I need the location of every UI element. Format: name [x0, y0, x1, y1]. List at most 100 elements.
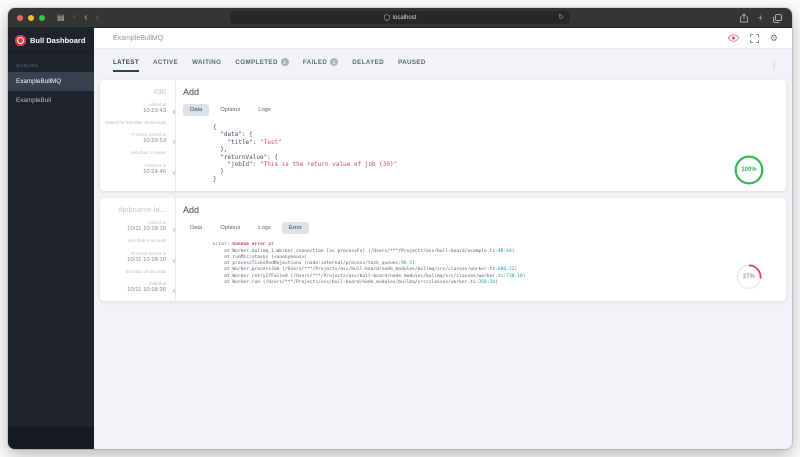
job-tab-options[interactable]: Options — [213, 104, 247, 116]
queues-section-label: QUEUES — [16, 63, 39, 68]
share-icon[interactable] — [739, 13, 748, 23]
code-segment: ) — [412, 261, 415, 267]
code-segment: "returnValue": { — [213, 153, 279, 161]
error-stacktrace: Error: Random error 27 at Worker.bullmq_… — [183, 242, 776, 286]
timeline-timestamp: 10:23:53 — [143, 138, 166, 145]
code-line: "data": { — [213, 131, 776, 138]
job-tab-data[interactable]: Data — [183, 222, 209, 234]
timeline-label: Failed at — [149, 281, 166, 287]
browser-chrome: ▤ ∨ ‹ › localhost ↻ + — [8, 8, 792, 28]
timeline-timestamp: 10:24:46 — [143, 168, 166, 175]
tab-completed[interactable]: COMPLETED 1 — [235, 58, 289, 72]
tab-label: FAILED — [302, 58, 328, 66]
code-segment: Error: — [213, 242, 233, 248]
app-logo[interactable]: Bull Dashboard — [8, 28, 94, 53]
timeline-label: Added at — [148, 102, 166, 107]
job-timeline: #30 Added at 10:23:43 Waited for less than … — [100, 80, 176, 192]
sidebar-item-examplebullmq[interactable]: ExampleBullMQ — [8, 72, 94, 91]
tab-label: PAUSED — [398, 58, 426, 66]
tab-waiting[interactable]: WAITING — [192, 59, 221, 72]
sidebar-toggle-icon[interactable]: ▤ — [57, 13, 65, 22]
status-tabbar: LATEST ACTIVE WAITING COMPLETED 1 FAILED 1 DELA… — [94, 49, 792, 72]
settings-gear-icon[interactable]: ⚙ — [770, 33, 778, 43]
more-options-icon[interactable]: ⋮ — [770, 61, 778, 70]
timeline-timestamp: 10/11 10:18:10 — [127, 226, 166, 233]
tab-active[interactable]: ACTIVE — [153, 59, 178, 72]
code-line: at Worker.run (/Users/***/Projects/oss/b… — [213, 280, 776, 286]
code-segment: at Worker.run (/Users/***/Projects/oss/b… — [213, 280, 479, 286]
job-tab-logs[interactable]: Logs — [251, 222, 278, 234]
url-bar[interactable]: localhost ↻ — [230, 11, 570, 24]
job-tab-error[interactable]: Error — [281, 222, 309, 235]
code-segment: 96:5 — [401, 261, 413, 267]
header-actions: ⚙ — [727, 33, 792, 43]
tab-delayed[interactable]: DELAYED — [352, 59, 384, 72]
code-line: } — [213, 176, 776, 183]
progress-percent: 27% — [742, 274, 755, 281]
code-segment: } — [213, 175, 217, 183]
bull-dashboard-app: Bull Dashboard QUEUES ExampleBullMQ Examp… — [8, 28, 792, 449]
code-line: } — [213, 168, 776, 175]
code-segment: }, — [213, 146, 228, 154]
job-tab-logs[interactable]: Logs — [251, 104, 278, 116]
code-segment: 600:22 — [497, 267, 515, 273]
sidebar: Bull Dashboard QUEUES ExampleBullMQ Examp… — [8, 28, 94, 449]
queue-list: ExampleBullMQ ExampleBull — [8, 72, 94, 110]
timeline-entry: Finished at 10:24:46 — [104, 162, 175, 176]
tab-paused[interactable]: PAUSED — [398, 59, 426, 72]
job-id: #30 — [153, 87, 166, 96]
job-content: Add Data Options Logs { "data": { "title": "… — [176, 80, 786, 191]
queue-header: ExampleBullMQ ⚙ — [94, 28, 792, 49]
code-segment: "data": { — [213, 131, 253, 139]
timeline-duration: Waited for less than 10 seconds — [105, 120, 166, 125]
code-segment: at runMicrotasks (<anonymous>) — [213, 254, 308, 260]
timeline-duration: less than 1 minute — [131, 150, 166, 156]
job-tab-options[interactable]: Options — [213, 222, 247, 234]
timeline-entry: Added at 10:23:43 — [104, 102, 175, 115]
back-button[interactable]: ‹ — [84, 12, 87, 23]
progress-ring: 100% — [734, 155, 764, 185]
job-content: Add Data Options Logs Error Error: Random err… — [176, 198, 786, 301]
timeline-label: Process started at — [131, 132, 166, 138]
fullscreen-icon[interactable] — [750, 33, 759, 43]
tab-latest[interactable]: LATEST — [113, 59, 140, 72]
code-segment: { — [213, 124, 217, 131]
code-segment: ) — [511, 248, 515, 254]
code-segment: at Worker.processJob (/Users/***/Project… — [213, 267, 498, 273]
app-logo-text: Bull Dashboard — [30, 36, 86, 45]
code-segment: ) — [495, 280, 498, 286]
code-segment: "Test" — [259, 138, 282, 146]
tab-failed[interactable]: FAILED 1 — [302, 58, 339, 72]
new-tab-icon[interactable]: + — [758, 13, 763, 23]
code-segment: Random error 27 — [232, 242, 274, 248]
timeline-label: Process started at — [131, 250, 166, 256]
code-segment: } — [213, 168, 224, 176]
close-window-button[interactable] — [17, 14, 23, 21]
code-segment: 730:10 — [506, 273, 523, 279]
job-timeline: #jobname-la... Added at 10/11 10:18:10 less… — [100, 198, 176, 302]
live-updates-eye-icon[interactable] — [727, 34, 739, 42]
job-name: Add — [183, 205, 200, 216]
code-line: "returnValue": { — [213, 154, 776, 161]
progress-percent: 100% — [741, 167, 757, 174]
code-segment: "jobId": — [213, 161, 260, 169]
timeline-timestamp: 10:23:43 — [143, 108, 166, 114]
sidebar-item-examplebull[interactable]: ExampleBull — [8, 91, 94, 110]
refresh-icon[interactable]: ↻ — [558, 13, 564, 21]
code-segment: 350:34 — [478, 280, 496, 286]
forward-button[interactable]: › — [96, 12, 99, 23]
code-line: { — [213, 124, 776, 131]
job-tab-data[interactable]: Data — [183, 104, 210, 116]
browser-nav: ▤ ∨ ‹ › — [57, 12, 99, 23]
chevron-down-icon[interactable]: ∨ — [73, 15, 77, 20]
code-segment: ) — [522, 273, 526, 279]
minimize-window-button[interactable] — [28, 14, 34, 21]
tab-overview-icon[interactable] — [773, 13, 782, 23]
job-cards: #30 Added at 10:23:43 Waited for less than … — [94, 72, 792, 302]
timeline-entry: Failed at 10/11 10:18:26 — [104, 281, 175, 295]
zoom-window-button[interactable] — [39, 14, 45, 21]
status-tabs: LATEST ACTIVE WAITING COMPLETED 1 FAILED 1 DELA… — [113, 58, 426, 72]
timeline-label: Finished at — [144, 162, 166, 168]
timeline-timestamp: 10/11 10:18:10 — [127, 256, 166, 263]
screen: ▤ ∨ ‹ › localhost ↻ + Bull Dashboard QUE… — [0, 0, 800, 457]
